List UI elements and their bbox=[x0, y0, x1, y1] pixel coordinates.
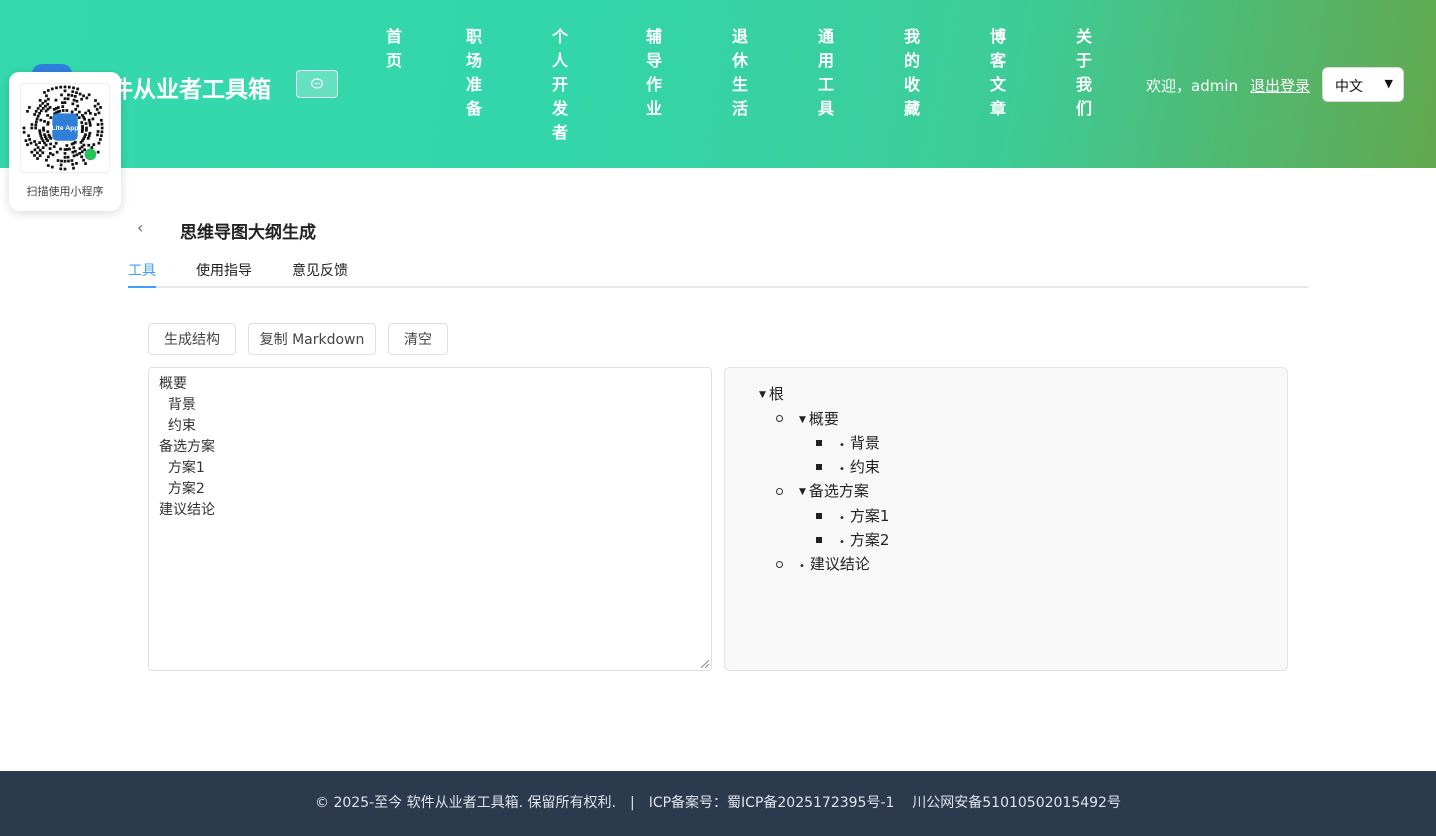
tab-guide[interactable]: 使用指导 bbox=[196, 260, 252, 280]
copyright-text: © 2025-至今 软件从业者工具箱. 保留所有权利. bbox=[315, 795, 616, 811]
nav-favorites[interactable]: 我的收藏 bbox=[904, 25, 920, 121]
nav-indie-dev[interactable]: 个人开发者 bbox=[552, 25, 568, 145]
square-bullet-icon bbox=[816, 513, 822, 519]
nav-homework[interactable]: 辅导作业 bbox=[646, 25, 662, 121]
circle-bullet-icon bbox=[776, 415, 783, 422]
nav-home[interactable]: 首页 bbox=[386, 25, 402, 73]
lite-app-logo-text: Lite App bbox=[51, 125, 78, 132]
chevron-down-icon: ▼ bbox=[1384, 77, 1393, 90]
outline-line: 方案2 bbox=[159, 481, 205, 497]
mini-program-qr-card: Lite App 扫描使用小程序 bbox=[9, 72, 121, 211]
caret-down-icon: ▼ bbox=[799, 487, 806, 497]
tree-leaf: • 方案2 bbox=[839, 531, 890, 549]
nav-about[interactable]: 关于我们 bbox=[1076, 25, 1092, 121]
outline-line: 概要 bbox=[159, 376, 187, 392]
square-bullet-icon bbox=[816, 440, 822, 446]
circle-bullet-icon bbox=[776, 561, 783, 568]
logout-link[interactable]: 退出登录 bbox=[1250, 75, 1310, 96]
copy-markdown-button[interactable]: 复制 Markdown bbox=[248, 323, 376, 355]
resize-handle-icon[interactable] bbox=[701, 660, 709, 668]
tree-node-root[interactable]: ▼ 根 bbox=[759, 384, 784, 405]
icp-link[interactable]: ICP备案号：蜀ICP备2025172395号-1 bbox=[649, 795, 895, 811]
nav-retirement[interactable]: 退休生活 bbox=[732, 25, 748, 121]
tab-feedback[interactable]: 意见反馈 bbox=[292, 260, 348, 280]
tree-leaf: • 建议结论 bbox=[799, 555, 870, 573]
site-title[interactable]: 件从业者工具箱 bbox=[110, 70, 271, 104]
tree-node[interactable]: ▼ 备选方案 bbox=[799, 481, 869, 502]
active-tab-indicator bbox=[128, 286, 156, 288]
qr-caption: 扫描使用小程序 bbox=[26, 185, 104, 198]
square-bullet-icon bbox=[816, 464, 822, 470]
tree-leaf: • 约束 bbox=[839, 458, 880, 476]
outline-line: 背景 bbox=[159, 397, 196, 413]
nav-blog[interactable]: 博客文章 bbox=[990, 25, 1006, 121]
outline-line: 建议结论 bbox=[159, 502, 215, 518]
language-value: 中文 bbox=[1335, 79, 1363, 95]
nav-career-prep[interactable]: 职场准备 bbox=[466, 25, 482, 121]
qr-code: Lite App bbox=[20, 83, 110, 173]
outline-textarea[interactable]: 概要 背景 约束 备选方案 方案1 方案2 建议结论 bbox=[148, 367, 712, 671]
back-chevron-icon[interactable]: ‹ bbox=[137, 218, 143, 237]
footer-separator: | bbox=[629, 795, 635, 811]
page-title: 思维导图大纲生成 bbox=[180, 223, 316, 243]
clear-button[interactable]: 清空 bbox=[388, 323, 448, 355]
square-bullet-icon bbox=[816, 537, 822, 543]
tabs-divider bbox=[128, 286, 1308, 288]
outline-line: 方案1 bbox=[159, 460, 205, 476]
caret-down-icon: ▼ bbox=[759, 390, 766, 400]
circle-bullet-icon bbox=[776, 488, 783, 495]
tree-leaf: • 方案1 bbox=[839, 507, 890, 525]
nav-general-tools[interactable]: 通用工具 bbox=[818, 25, 834, 121]
generate-structure-button[interactable]: 生成结构 bbox=[148, 323, 236, 355]
mindmap-preview: ▼ 根 ▼ 概要 • 背景 • 约束 ▼ 备选方案 • 方案1 • 方案2 • 建议结论 bbox=[724, 367, 1288, 671]
welcome-text: 欢迎，admin bbox=[1146, 77, 1238, 95]
outline-line: 备选方案 bbox=[159, 439, 215, 455]
header: 件从业者工具箱 首页 职场准备 个人开发者 辅导作业 退休生活 通用工具 我的收… bbox=[0, 0, 1436, 168]
outline-line: 约束 bbox=[159, 418, 196, 434]
footer: © 2025-至今 软件从业者工具箱. 保留所有权利. | ICP备案号：蜀ICP备… bbox=[0, 771, 1436, 836]
tree-leaf: • 背景 bbox=[839, 434, 880, 452]
police-record-link[interactable]: 川公网安备51010502015492号 bbox=[912, 795, 1121, 811]
language-select[interactable]: 中文 ▼ bbox=[1322, 67, 1404, 102]
tab-tool[interactable]: 工具 bbox=[128, 260, 156, 280]
tree-node[interactable]: ▼ 概要 bbox=[799, 409, 839, 430]
chat-icon bbox=[310, 78, 324, 89]
caret-down-icon: ▼ bbox=[799, 415, 806, 425]
chat-button[interactable] bbox=[296, 70, 338, 98]
